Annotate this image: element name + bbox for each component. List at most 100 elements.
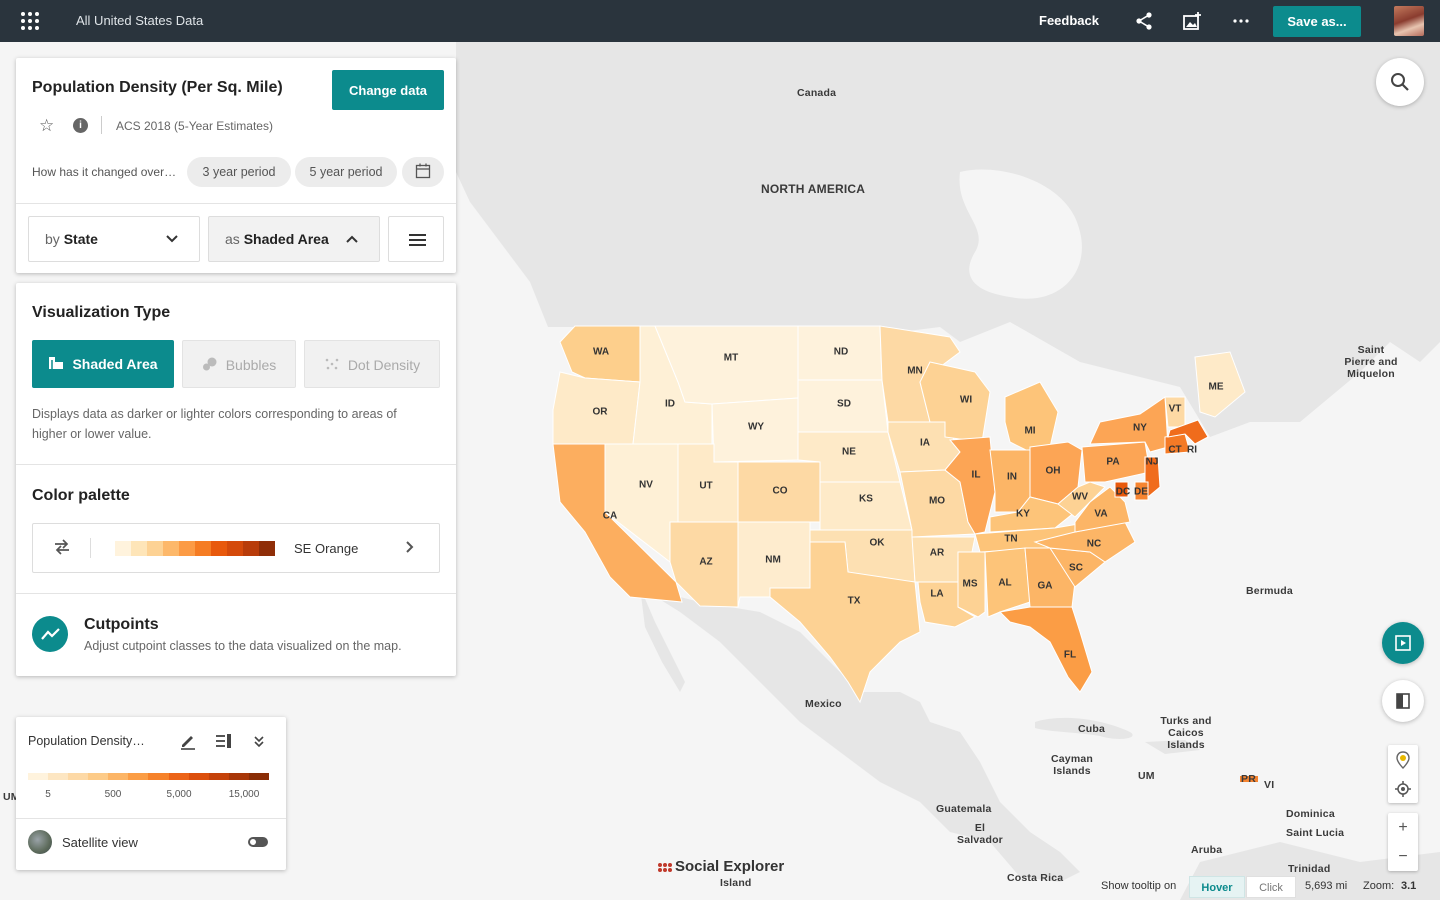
feedback-link[interactable]: Feedback (1039, 13, 1099, 28)
state-label-or: OR (592, 406, 608, 418)
export-image-icon[interactable] (1182, 11, 1202, 31)
state-label-dc: DC (1115, 486, 1131, 498)
state-label-sc: SC (1069, 562, 1083, 574)
present-button[interactable] (1382, 622, 1424, 664)
palette-swatch (131, 541, 147, 556)
state-label-tn: TN (1004, 533, 1018, 545)
state-label-nc: NC (1086, 538, 1102, 550)
user-avatar[interactable] (1394, 6, 1424, 36)
state-label-ks: KS (859, 493, 873, 505)
tooltip-click-button[interactable]: Click (1246, 876, 1296, 898)
apps-grid-icon[interactable] (21, 12, 39, 30)
state-label-ga: GA (1037, 580, 1053, 592)
state-label-mt: MT (723, 352, 739, 364)
state-shape-mi (1004, 381, 1059, 453)
five-year-period-button[interactable]: 5 year period (295, 157, 397, 187)
share-icon[interactable] (1134, 11, 1154, 31)
divider (16, 464, 456, 465)
state-label-ky: KY (1016, 508, 1030, 520)
state-label-ut: UT (699, 480, 713, 492)
zoom-value: 3.1 (1401, 880, 1417, 892)
palette-swatch (243, 541, 259, 556)
cutpoints-description: Adjust cutpoint classes to the data visu… (84, 639, 402, 653)
zoom-in-icon[interactable]: + (1388, 813, 1418, 842)
compare-button[interactable] (1382, 680, 1424, 722)
visualization-mode-dropdown[interactable]: as Shaded Area (208, 216, 380, 262)
legend-color-step (248, 773, 269, 780)
pin-location-icon[interactable] (1388, 745, 1418, 774)
zoom-out-icon[interactable]: − (1388, 842, 1418, 871)
state-label-in: IN (1007, 471, 1017, 483)
zoom-label: Zoom: (1363, 880, 1395, 892)
search-button[interactable] (1376, 58, 1424, 106)
social-explorer-logo: Social Explorer (658, 858, 784, 875)
change-over-time-label: How has it changed over… (32, 165, 177, 179)
state-label-nd: ND (833, 346, 849, 358)
cutpoints-title[interactable]: Cutpoints (84, 616, 159, 634)
legend-color-step (228, 773, 249, 780)
state-label-wv: WV (1071, 491, 1089, 503)
state-label-co: CO (772, 485, 788, 497)
shaded-area-button[interactable]: Shaded Area (32, 340, 174, 388)
top-bar: All United States Data Feedback Save as.… (0, 0, 1440, 42)
label-bermuda: Bermuda (1246, 585, 1293, 597)
legend-color-step (208, 773, 229, 780)
geography-level-dropdown[interactable]: by State (28, 216, 200, 262)
state-label-ne: NE (842, 446, 856, 458)
satellite-thumbnail (28, 830, 52, 854)
scale-readout: 5,693 mi (1305, 880, 1348, 892)
tooltip-hover-button[interactable]: Hover (1189, 876, 1245, 898)
collapse-chevron-icon[interactable] (249, 731, 269, 751)
state-label-ca: CA (602, 510, 618, 522)
shaded-area-icon (49, 357, 64, 369)
save-as-button[interactable]: Save as... (1273, 6, 1361, 37)
label-um-caribbean: UM (1138, 770, 1155, 782)
palette-swatch (227, 541, 243, 556)
calendar-icon[interactable] (402, 157, 444, 187)
palette-swatch (195, 541, 211, 556)
dot-density-button[interactable]: Dot Density (304, 340, 440, 388)
label-mexico: Mexico (805, 698, 842, 710)
project-title[interactable]: All United States Data (76, 13, 203, 28)
legend-title: Population Density… (28, 734, 145, 748)
legend-color-bar (28, 773, 269, 780)
label-aruba: Aruba (1191, 844, 1223, 856)
chevron-up-icon (345, 217, 359, 278)
three-year-period-button[interactable]: 3 year period (187, 157, 291, 187)
edit-pencil-icon[interactable] (178, 731, 198, 751)
state-label-nv: NV (639, 479, 653, 491)
legend-color-step (28, 773, 49, 780)
label-dominica: Dominica (1286, 808, 1335, 820)
state-label-mn: MN (907, 365, 923, 377)
star-icon[interactable]: ☆ (39, 116, 54, 136)
state-label-ct: CT (1168, 444, 1182, 456)
dataset-title: Population Density (Per Sq. Mile) (32, 79, 283, 96)
color-palette-selector[interactable]: SE Orange (32, 523, 440, 573)
bubbles-button[interactable]: Bubbles (182, 340, 296, 388)
divider (16, 203, 456, 204)
state-label-va: VA (1094, 508, 1108, 520)
label-turks-caicos: Turks and Caicos Islands (1160, 715, 1212, 751)
legend-color-step (48, 773, 69, 780)
legend-color-step (108, 773, 129, 780)
legend-list-icon[interactable] (214, 731, 234, 751)
hamburger-menu-icon[interactable] (388, 216, 444, 262)
my-location-icon[interactable] (1388, 774, 1418, 803)
button-label: Bubbles (225, 357, 277, 373)
satellite-view-toggle[interactable] (248, 837, 268, 847)
info-icon[interactable]: i (73, 118, 88, 133)
trend-line-icon[interactable] (32, 616, 68, 652)
color-palette-heading: Color palette (32, 487, 130, 504)
state-label-sd: SD (837, 398, 851, 410)
more-options-icon[interactable] (1231, 11, 1251, 31)
legend-tick: 5 (45, 789, 51, 800)
legend-color-step (88, 773, 109, 780)
label-saint-lucia: Saint Lucia (1286, 827, 1345, 839)
state-label-ri: RI (1187, 444, 1197, 456)
legend-tick: 5,000 (166, 789, 192, 800)
state-label-ar: AR (929, 547, 945, 559)
change-data-button[interactable]: Change data (332, 70, 444, 110)
dropdown-prefix: as (225, 231, 240, 247)
legend-color-step (188, 773, 209, 780)
swap-arrows-icon[interactable] (53, 538, 71, 561)
